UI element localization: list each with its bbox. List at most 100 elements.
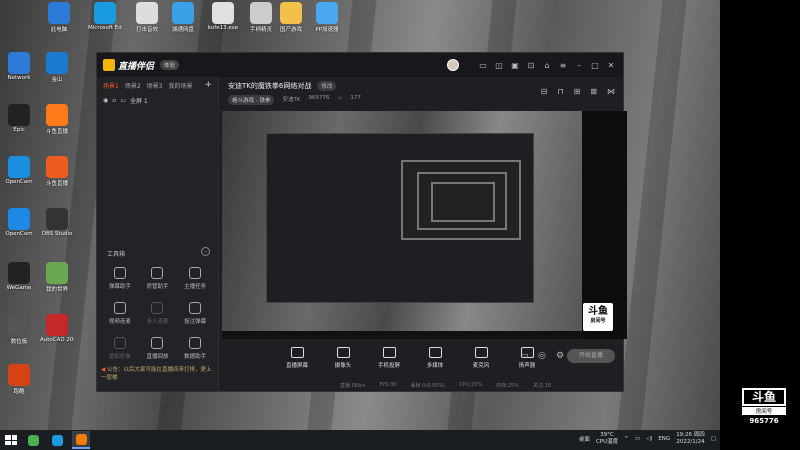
effects-icon[interactable]: ◎ — [538, 351, 546, 361]
desktop-icon[interactable]: OpenCam — [2, 208, 36, 237]
clock[interactable]: 19:26 周四 2022/1/24 — [676, 432, 705, 446]
tool-icon — [189, 337, 202, 349]
desktop-icon[interactable]: 城通网盘 — [166, 2, 200, 33]
desktop-icon[interactable]: 打击音效 — [130, 2, 164, 33]
douyu-room-id: 965776 — [749, 417, 779, 425]
cpu-temp[interactable]: 39°C CPU温度 — [596, 432, 618, 446]
desktop-icon-label: PP加速器 — [315, 27, 339, 33]
notice-bar[interactable]: ◀ 公告：以后大家可能在直播间来打排，更上一层楼 — [101, 365, 214, 381]
start-live-button[interactable]: 开始直播 — [567, 349, 615, 363]
tray-label[interactable]: 桌面 — [579, 435, 590, 443]
desktop-icon[interactable]: 此电脑 — [42, 2, 76, 33]
taskbar-app[interactable] — [24, 431, 42, 449]
folder-icon — [280, 2, 302, 24]
shirt-icon[interactable]: ⌂ — [541, 61, 553, 70]
camera-button[interactable]: 摄像头 — [326, 347, 360, 369]
tool-icon — [113, 337, 126, 349]
record-icon[interactable]: ▭ — [520, 351, 529, 361]
volume-icon[interactable]: ◁) — [646, 436, 652, 442]
status-item: FPS:30 — [379, 382, 397, 388]
tab-scene-2[interactable]: 场景2 — [125, 81, 141, 90]
desktop-icon[interactable]: Microsoft Edge — [88, 2, 122, 31]
mic-button[interactable]: 麦克风 — [464, 347, 498, 369]
box-icon[interactable]: ▣ — [509, 61, 521, 70]
panel-icon[interactable]: ⊟ — [541, 87, 548, 96]
eye-icon[interactable]: ◉ — [103, 97, 108, 104]
minimize-icon[interactable]: – — [573, 61, 585, 70]
desktop-icon[interactable]: Network — [2, 52, 36, 81]
network-icon[interactable]: ▭ — [635, 436, 640, 442]
language-indicator[interactable]: ENG — [658, 436, 670, 442]
tab-scene-1[interactable]: 场景1 — [103, 81, 119, 90]
taskbar-app[interactable] — [48, 431, 66, 449]
epic-icon — [8, 104, 30, 126]
close-icon[interactable]: ✕ — [605, 61, 617, 70]
settings-icon[interactable]: ⚙ — [556, 351, 564, 361]
desktop-icon[interactable]: WeGame — [2, 262, 36, 291]
status-bar: 直播 0Kb/s FPS:30 丢帧 0(0.00%) CPU:25% 内存:25% 关注… — [220, 379, 623, 391]
tab-scene-3[interactable]: 场景3 — [147, 81, 163, 90]
box-icon[interactable]: ⊞ — [574, 87, 581, 96]
desktop-icon[interactable]: OpenCam — [2, 156, 36, 185]
taskbar-app[interactable] — [72, 431, 90, 449]
room-title-row: 安迪TK的魔铁拳6网络对战 修改 — [228, 81, 337, 91]
control-label: 直播屏幕 — [285, 363, 308, 369]
desktop-icon[interactable]: 国产游戏 — [274, 2, 308, 33]
toolbox-grid: 弹幕助手 房管助手 主播任务视频连麦 多人连麦 投注弹幕虚拟形象 直播回放 数据助手 — [101, 267, 214, 360]
desktop-icon[interactable]: 手柄精灵 — [244, 2, 278, 33]
avatar[interactable] — [447, 59, 459, 71]
windows-start-icon[interactable] — [4, 434, 18, 446]
desktop-icon[interactable]: 跑酷 — [2, 364, 36, 395]
tool-label: 直播回放 — [146, 354, 169, 360]
desktop-icon[interactable]: 我的世界 — [40, 262, 74, 293]
share-icon[interactable]: ⋈ — [607, 87, 615, 96]
network-icon — [8, 52, 30, 74]
notification-icon[interactable]: ▢ — [711, 436, 716, 442]
grid-icon[interactable]: ⊠ — [590, 87, 597, 96]
tool-item[interactable]: 多人连麦 — [139, 302, 177, 325]
obs-icon — [46, 208, 68, 230]
lock-icon[interactable]: ⊓ — [557, 87, 563, 96]
desktop-icon[interactable]: 数位板 — [2, 314, 36, 345]
tab-my-scene[interactable]: 我的场景 — [168, 81, 192, 90]
screen-button[interactable]: 直播屏幕 — [280, 347, 314, 369]
desktop-icon[interactable]: 斗鱼直播 — [40, 104, 74, 135]
stream-preview[interactable]: 斗鱼 房间号 — [222, 111, 627, 339]
clock-time: 19:26 周四 — [676, 432, 705, 438]
cast-icon[interactable]: ⊡ — [525, 61, 537, 70]
desktop-icon[interactable]: Epic — [2, 104, 36, 133]
tool-item[interactable]: 投注弹幕 — [176, 302, 214, 325]
taskbar-apps — [18, 431, 90, 449]
collapse-icon[interactable]: – — [201, 247, 210, 256]
menu-icon[interactable]: ≡ — [557, 61, 569, 70]
lock-icon[interactable]: ▫ — [112, 97, 116, 104]
maximize-icon[interactable]: □ — [589, 61, 601, 70]
control-label: 多媒体 — [426, 363, 444, 369]
version-pill[interactable]: 体验 — [160, 60, 180, 70]
edit-title-button[interactable]: 修改 — [317, 81, 337, 91]
desktop-icon[interactable]: AutoCAD 2007 — [40, 314, 74, 343]
clip-icon[interactable]: ◫ — [493, 61, 505, 70]
tool-item[interactable]: 主播任务 — [176, 267, 214, 290]
category-pill[interactable]: 格斗游戏 - 铁拳 — [228, 95, 275, 105]
tool-item[interactable]: 弹幕助手 — [101, 267, 139, 290]
desktop-icon[interactable]: PP加速器 — [310, 2, 344, 33]
tool-item[interactable]: 视频连麦 — [101, 302, 139, 325]
tool-label: 数据助手 — [184, 354, 207, 360]
phone-button[interactable]: 手机投屏 — [372, 347, 406, 369]
chevron-up-icon[interactable]: ^ — [624, 436, 629, 442]
edge-icon — [51, 434, 63, 446]
tool-item[interactable]: 数据助手 — [176, 337, 214, 360]
message-icon[interactable]: ▭ — [477, 61, 489, 70]
desktop-icon-label: OBS Studio — [41, 231, 73, 237]
tool-item[interactable]: 直播回放 — [139, 337, 177, 360]
add-scene-icon[interactable]: + — [204, 80, 212, 90]
desktop-icon[interactable]: 斗鱼直播 — [40, 156, 74, 187]
tool-item[interactable]: 虚拟形象 — [101, 337, 139, 360]
media-button[interactable]: 多媒体 — [418, 347, 452, 369]
scene-item[interactable]: ◉ ▫ ▭ 全屏 1 — [97, 93, 218, 108]
desktop-icon[interactable]: OBS Studio — [40, 208, 74, 237]
desktop-icon[interactable]: 金山 — [40, 52, 74, 83]
desktop-icon[interactable]: kofe13.exe — [206, 2, 240, 31]
tool-item[interactable]: 房管助手 — [139, 267, 177, 290]
